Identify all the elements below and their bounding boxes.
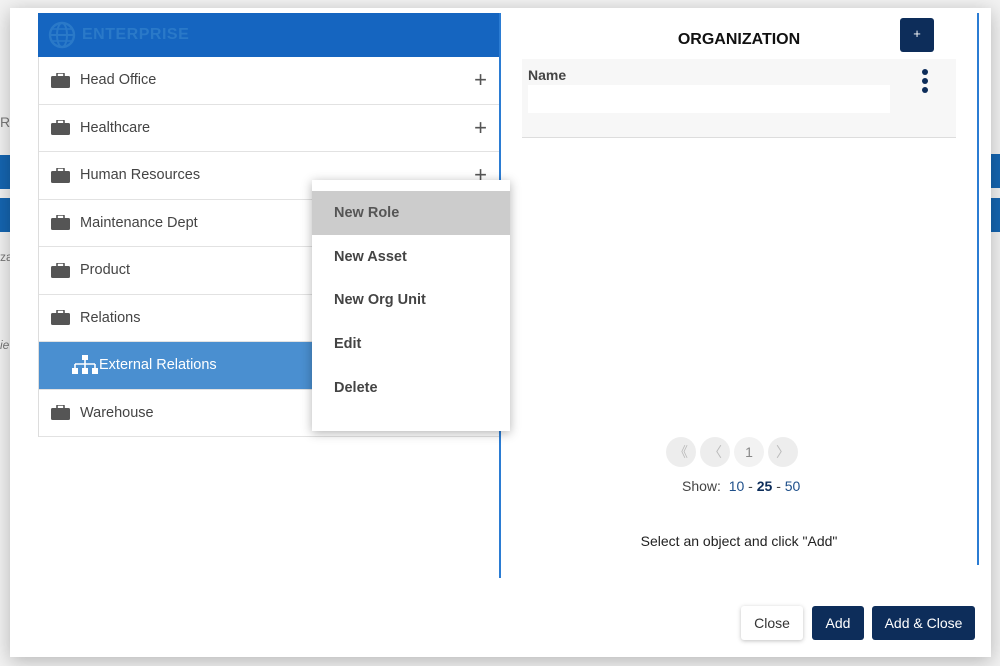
column-header-name[interactable]: Name: [528, 67, 566, 83]
bg-bar: [990, 198, 1000, 232]
briefcase-icon: [51, 120, 70, 136]
briefcase-icon: [51, 215, 70, 231]
menu-item-new-role[interactable]: New Role: [312, 191, 510, 235]
show-label: Show:: [682, 478, 721, 494]
tree-item-label: Healthcare: [80, 119, 151, 136]
tree-item-label: Relations: [80, 309, 141, 326]
org-chart-icon: [72, 355, 98, 375]
add-child-icon[interactable]: +: [474, 69, 487, 91]
briefcase-icon: [51, 405, 70, 421]
first-page-button[interactable]: 《: [666, 437, 696, 467]
briefcase-icon: [51, 310, 70, 326]
menu-item-edit[interactable]: Edit: [312, 322, 510, 366]
tree-item-label: Maintenance Dept: [80, 214, 198, 231]
tree-header-enterprise[interactable]: ENTERPRISE: [38, 13, 500, 57]
table-header: Name: [522, 59, 956, 138]
briefcase-icon: [51, 167, 70, 183]
tree-item-label: Warehouse: [80, 404, 154, 421]
bg-text: R: [0, 114, 11, 130]
close-button[interactable]: Close: [741, 606, 803, 640]
add-and-close-button[interactable]: Add & Close: [872, 606, 975, 640]
kebab-menu-icon[interactable]: [920, 69, 930, 95]
tree-item-label: Human Resources: [80, 167, 201, 184]
page-size-10[interactable]: 10: [729, 478, 745, 494]
tree-item-healthcare[interactable]: Healthcare +: [39, 104, 499, 152]
organization-panel: ORGANIZATION + Name 《 〈 1 〉 Show: 10 - 2…: [522, 13, 979, 568]
empty-hint: Select an object and click "Add": [640, 533, 838, 549]
name-filter-input[interactable]: [528, 85, 890, 113]
add-organization-button[interactable]: +: [900, 18, 934, 52]
prev-page-button[interactable]: 〈: [700, 437, 730, 467]
bg-text: ie: [0, 338, 10, 352]
page-size-selector: Show: 10 - 25 - 50: [682, 478, 801, 494]
menu-item-new-org-unit[interactable]: New Org Unit: [312, 278, 510, 322]
bg-bar: [990, 154, 1000, 188]
add-child-icon[interactable]: +: [474, 116, 487, 139]
tree-item-label: External Relations: [99, 357, 217, 374]
page-size-50[interactable]: 50: [785, 478, 801, 494]
briefcase-icon: [51, 72, 70, 88]
pagination: 《 〈 1 〉: [666, 437, 798, 467]
tree-item-label: Head Office: [80, 72, 157, 89]
tree-item-head-office[interactable]: Head Office +: [39, 57, 499, 105]
next-page-button[interactable]: 〉: [768, 437, 798, 467]
organization-title: ORGANIZATION: [677, 31, 801, 48]
menu-item-new-asset[interactable]: New Asset: [312, 235, 510, 279]
page-size-25[interactable]: 25: [757, 478, 773, 494]
tree-header-label: ENTERPRISE: [82, 26, 190, 43]
page-number-button[interactable]: 1: [734, 437, 764, 467]
tree-item-label: Product: [80, 262, 130, 279]
panel-border: [977, 13, 979, 565]
menu-item-delete[interactable]: Delete: [312, 366, 510, 410]
select-object-modal: ENTERPRISE Head Office + Healthcare + Hu…: [10, 8, 991, 657]
globe-icon: [48, 21, 76, 49]
bg-bar: [0, 198, 10, 232]
context-menu: New Role New Asset New Org Unit Edit Del…: [312, 180, 510, 431]
bg-bar: [0, 155, 10, 189]
add-button[interactable]: Add: [812, 606, 864, 640]
briefcase-icon: [51, 262, 70, 278]
